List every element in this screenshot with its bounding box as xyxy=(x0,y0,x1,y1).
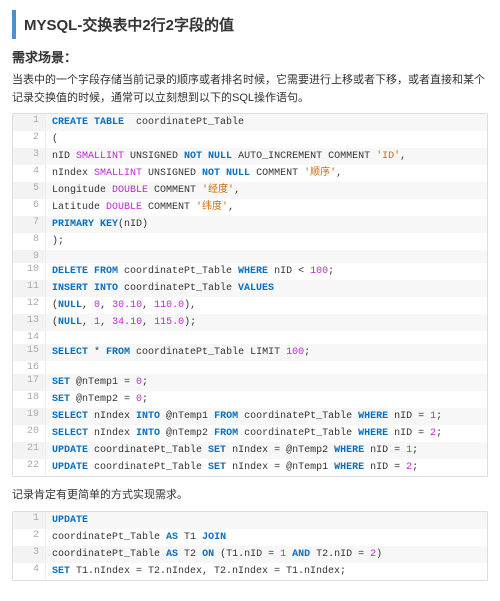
scenario-paragraph: 当表中的一个字段存储当前记录的顺序或者排名时候，它需要进行上移或者下移，或者直接… xyxy=(12,72,488,107)
line-number: 1 xyxy=(13,114,46,131)
code-content: SET @nTemp2 = 0; xyxy=(46,391,487,408)
code-line: 17SET @nTemp1 = 0; xyxy=(13,374,487,391)
code-content: UPDATE xyxy=(46,512,487,529)
line-number: 4 xyxy=(13,563,46,580)
code-line: 3coordinatePt_Table AS T2 ON (T1.nID = 1… xyxy=(13,546,487,563)
line-number: 16 xyxy=(13,361,46,374)
code-line: 20SELECT nIndex INTO @nTemp2 FROM coordi… xyxy=(13,425,487,442)
code-content: nIndex SMALLINT UNSIGNED NOT NULL COMMEN… xyxy=(46,165,487,182)
code-content: (NULL, 1, 34.10, 115.0); xyxy=(46,314,487,331)
code-content: coordinatePt_Table AS T1 JOIN xyxy=(46,529,487,546)
code-content: SET T1.nIndex = T2.nIndex, T2.nIndex = T… xyxy=(46,563,487,580)
line-number: 10 xyxy=(13,263,46,280)
code-line: 22UPDATE coordinatePt_Table SET nIndex =… xyxy=(13,459,487,476)
line-number: 13 xyxy=(13,314,46,331)
code-content xyxy=(46,361,487,374)
line-number: 3 xyxy=(13,546,46,563)
code-content: DELETE FROM coordinatePt_Table WHERE nID… xyxy=(46,263,487,280)
line-number: 21 xyxy=(13,442,46,459)
line-number: 9 xyxy=(13,250,46,263)
code-block-2: 1UPDATE2coordinatePt_Table AS T1 JOIN3co… xyxy=(12,511,488,581)
code-content: nID SMALLINT UNSIGNED NOT NULL AUTO_INCR… xyxy=(46,148,487,165)
code-line: 9 xyxy=(13,250,487,263)
middle-paragraph: 记录肯定有更简单的方式实现需求。 xyxy=(12,487,488,505)
code-content: PRIMARY KEY(nID) xyxy=(46,216,487,233)
line-number: 8 xyxy=(13,233,46,250)
code-content: UPDATE coordinatePt_Table SET nIndex = @… xyxy=(46,442,487,459)
code-line: 21UPDATE coordinatePt_Table SET nIndex =… xyxy=(13,442,487,459)
code-line: 12(NULL, 0, 30.10, 110.0), xyxy=(13,297,487,314)
code-content: (NULL, 0, 30.10, 110.0), xyxy=(46,297,487,314)
code-line: 1UPDATE xyxy=(13,512,487,529)
line-number: 22 xyxy=(13,459,46,476)
code-content xyxy=(46,331,487,344)
code-content: SELECT nIndex INTO @nTemp1 FROM coordina… xyxy=(46,408,487,425)
line-number: 5 xyxy=(13,182,46,199)
code-line: 6Latitude DOUBLE COMMENT '纬度', xyxy=(13,199,487,216)
code-line: 4nIndex SMALLINT UNSIGNED NOT NULL COMME… xyxy=(13,165,487,182)
code-line: 5Longitude DOUBLE COMMENT '经度', xyxy=(13,182,487,199)
code-content xyxy=(46,250,487,263)
scenario-heading: 需求场景： xyxy=(12,47,488,66)
code-line: 2coordinatePt_Table AS T1 JOIN xyxy=(13,529,487,546)
line-number: 2 xyxy=(13,131,46,148)
line-number: 6 xyxy=(13,199,46,216)
code-line: 18SET @nTemp2 = 0; xyxy=(13,391,487,408)
code-line: 3nID SMALLINT UNSIGNED NOT NULL AUTO_INC… xyxy=(13,148,487,165)
code-content: coordinatePt_Table AS T2 ON (T1.nID = 1 … xyxy=(46,546,487,563)
line-number: 2 xyxy=(13,529,46,546)
code-content: UPDATE coordinatePt_Table SET nIndex = @… xyxy=(46,459,487,476)
code-line: 15SELECT * FROM coordinatePt_Table LIMIT… xyxy=(13,344,487,361)
code-line: 1CREATE TABLE coordinatePt_Table xyxy=(13,114,487,131)
page-title: MYSQL-交换表中2行2字段的值 xyxy=(12,10,488,39)
code-line: 19SELECT nIndex INTO @nTemp1 FROM coordi… xyxy=(13,408,487,425)
code-line: 16 xyxy=(13,361,487,374)
code-line: 13(NULL, 1, 34.10, 115.0); xyxy=(13,314,487,331)
code-content: SELECT * FROM coordinatePt_Table LIMIT 1… xyxy=(46,344,487,361)
code-line: 4SET T1.nIndex = T2.nIndex, T2.nIndex = … xyxy=(13,563,487,580)
line-number: 11 xyxy=(13,280,46,297)
line-number: 20 xyxy=(13,425,46,442)
code-line: 8); xyxy=(13,233,487,250)
code-content: CREATE TABLE coordinatePt_Table xyxy=(46,114,487,131)
line-number: 19 xyxy=(13,408,46,425)
code-line: 14 xyxy=(13,331,487,344)
code-block-1: 1CREATE TABLE coordinatePt_Table2(3nID S… xyxy=(12,113,488,477)
code-line: 7PRIMARY KEY(nID) xyxy=(13,216,487,233)
line-number: 15 xyxy=(13,344,46,361)
line-number: 1 xyxy=(13,512,46,529)
code-content: SELECT nIndex INTO @nTemp2 FROM coordina… xyxy=(46,425,487,442)
line-number: 7 xyxy=(13,216,46,233)
code-content: ( xyxy=(46,131,487,148)
line-number: 4 xyxy=(13,165,46,182)
code-line: 10DELETE FROM coordinatePt_Table WHERE n… xyxy=(13,263,487,280)
code-line: 11INSERT INTO coordinatePt_Table VALUES xyxy=(13,280,487,297)
code-line: 2( xyxy=(13,131,487,148)
code-content: Latitude DOUBLE COMMENT '纬度', xyxy=(46,199,487,216)
line-number: 14 xyxy=(13,331,46,344)
code-content: Longitude DOUBLE COMMENT '经度', xyxy=(46,182,487,199)
code-content: SET @nTemp1 = 0; xyxy=(46,374,487,391)
line-number: 17 xyxy=(13,374,46,391)
line-number: 3 xyxy=(13,148,46,165)
code-content: ); xyxy=(46,233,487,250)
line-number: 12 xyxy=(13,297,46,314)
line-number: 18 xyxy=(13,391,46,408)
code-content: INSERT INTO coordinatePt_Table VALUES xyxy=(46,280,487,297)
